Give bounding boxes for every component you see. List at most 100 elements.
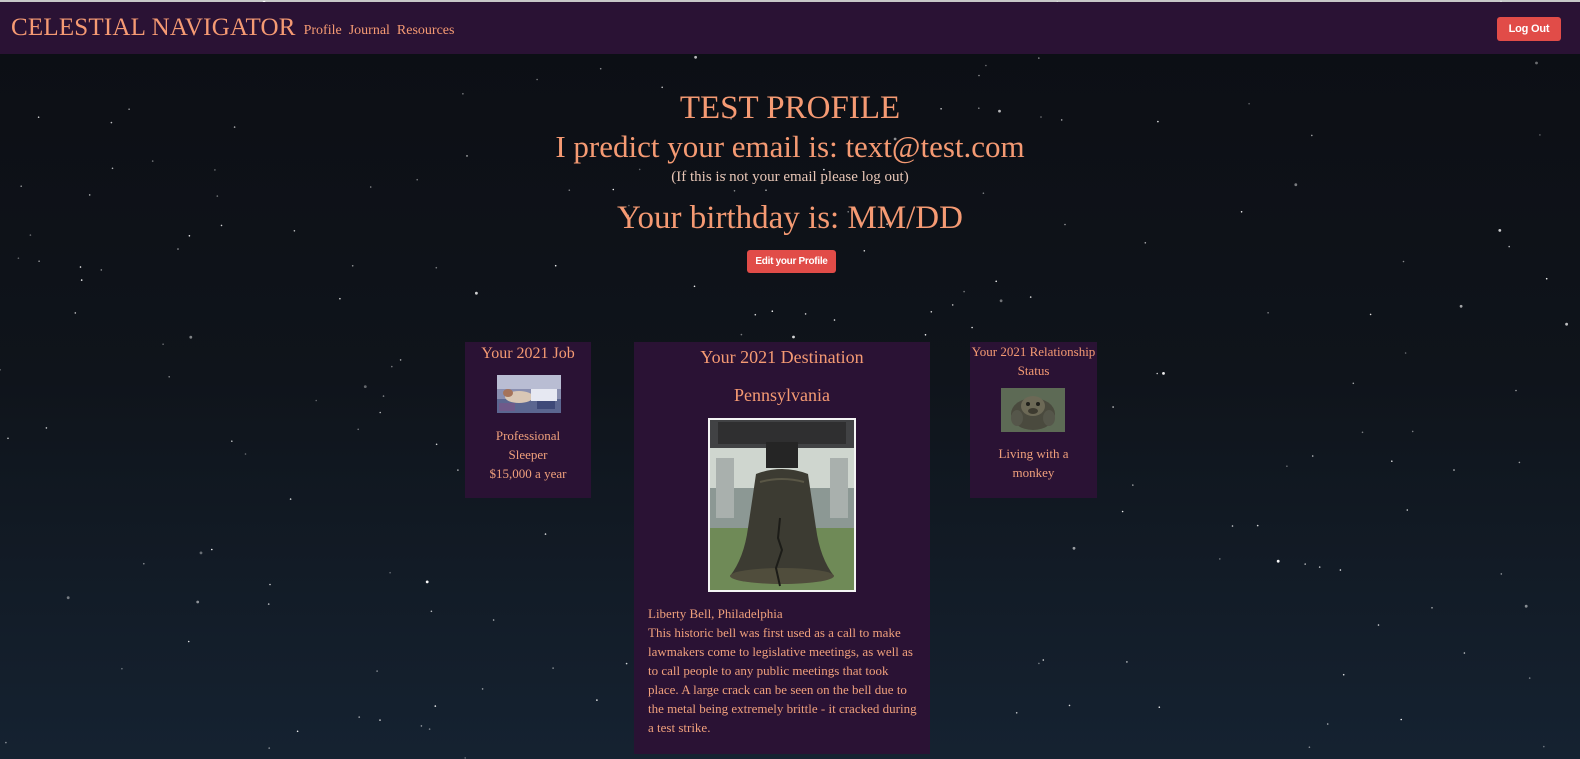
brand-logo[interactable]: CELESTIAL NAVIGATOR bbox=[11, 14, 296, 42]
star bbox=[1267, 312, 1269, 314]
star bbox=[1459, 304, 1463, 308]
star bbox=[1352, 382, 1355, 385]
star bbox=[358, 716, 361, 718]
star bbox=[457, 469, 459, 471]
star bbox=[1072, 546, 1076, 550]
navbar: CELESTIAL NAVIGATOR Profile Journal Reso… bbox=[0, 2, 1580, 54]
star bbox=[544, 533, 547, 535]
star bbox=[315, 399, 318, 402]
star bbox=[1535, 61, 1538, 65]
star bbox=[244, 453, 247, 455]
profile-title: TEST PROFILE bbox=[679, 90, 901, 126]
destination-description: This historic bell was first used as a c… bbox=[648, 625, 917, 735]
star bbox=[552, 667, 554, 669]
star bbox=[269, 583, 271, 586]
star bbox=[177, 248, 179, 250]
star bbox=[596, 699, 598, 701]
star bbox=[66, 596, 70, 600]
monkey-photo bbox=[1001, 388, 1065, 432]
star bbox=[100, 269, 103, 271]
star bbox=[1144, 242, 1147, 244]
nav-links: Profile Journal Resources bbox=[304, 23, 455, 39]
star bbox=[971, 326, 973, 329]
destination-card-title: Your 2021 Destination bbox=[700, 347, 864, 367]
star bbox=[1565, 322, 1568, 326]
star bbox=[999, 299, 1003, 303]
star bbox=[1508, 245, 1510, 248]
star bbox=[162, 343, 164, 346]
star bbox=[464, 757, 467, 759]
relationship-title-line2: Status bbox=[1017, 363, 1050, 378]
star bbox=[1339, 569, 1342, 571]
nav-link-journal[interactable]: Journal bbox=[349, 23, 390, 39]
star bbox=[599, 67, 602, 70]
star bbox=[1256, 524, 1259, 527]
star bbox=[357, 428, 360, 431]
star bbox=[1326, 723, 1329, 725]
star bbox=[1219, 558, 1221, 560]
star bbox=[625, 662, 628, 665]
star bbox=[1515, 389, 1517, 392]
star bbox=[289, 498, 292, 500]
star bbox=[1308, 746, 1311, 748]
star bbox=[1524, 604, 1528, 608]
star bbox=[379, 411, 382, 414]
star bbox=[74, 312, 77, 314]
star bbox=[771, 310, 774, 313]
star bbox=[1402, 260, 1405, 263]
star bbox=[740, 333, 743, 336]
star bbox=[1453, 469, 1455, 471]
star bbox=[189, 335, 193, 339]
star bbox=[951, 304, 954, 306]
star bbox=[985, 64, 987, 67]
destination-card: Your 2021 Destination Pennsylvania Liber… bbox=[634, 342, 930, 754]
job-card: Your 2021 Job Professional Sleeper $15,0… bbox=[465, 342, 591, 498]
star bbox=[1126, 661, 1128, 663]
star bbox=[45, 427, 48, 429]
job-salary: $15,000 a year bbox=[489, 466, 567, 481]
star bbox=[1038, 662, 1040, 665]
star bbox=[1015, 712, 1018, 714]
star bbox=[0, 369, 1, 371]
relationship-status-line2: monkey bbox=[1012, 465, 1055, 480]
star bbox=[792, 335, 795, 339]
star bbox=[339, 297, 341, 300]
star bbox=[143, 562, 145, 565]
star bbox=[1431, 607, 1433, 609]
star bbox=[1286, 465, 1288, 468]
star bbox=[267, 603, 270, 605]
star bbox=[187, 640, 190, 643]
star bbox=[1132, 484, 1134, 486]
star bbox=[804, 313, 807, 315]
star bbox=[389, 571, 391, 574]
star bbox=[554, 264, 557, 267]
star bbox=[1369, 313, 1372, 316]
star bbox=[425, 580, 429, 584]
star bbox=[475, 291, 478, 295]
star bbox=[1391, 460, 1393, 463]
destination-landmark: Liberty Bell, Philadelphia bbox=[648, 606, 783, 621]
star bbox=[978, 74, 980, 77]
star bbox=[694, 55, 697, 59]
relationship-status-line1: Living with a bbox=[998, 446, 1069, 461]
star bbox=[1162, 372, 1165, 375]
logout-button[interactable]: Log Out bbox=[1497, 17, 1561, 41]
star bbox=[168, 376, 170, 378]
relationship-title-line1: Your 2021 Relationship bbox=[971, 344, 1096, 359]
star bbox=[1029, 296, 1032, 298]
star bbox=[5, 741, 7, 744]
star bbox=[930, 311, 933, 313]
star bbox=[1156, 372, 1158, 375]
star bbox=[1545, 277, 1548, 280]
star bbox=[1276, 559, 1280, 563]
nav-link-profile[interactable]: Profile bbox=[304, 23, 342, 39]
star bbox=[1528, 677, 1531, 679]
star bbox=[1311, 455, 1314, 457]
star bbox=[833, 319, 836, 321]
nav-link-resources[interactable]: Resources bbox=[397, 23, 455, 39]
star bbox=[536, 78, 538, 81]
star bbox=[1068, 704, 1071, 707]
star bbox=[863, 250, 866, 252]
star bbox=[211, 548, 213, 551]
edit-profile-button[interactable]: Edit your Profile bbox=[747, 250, 836, 273]
